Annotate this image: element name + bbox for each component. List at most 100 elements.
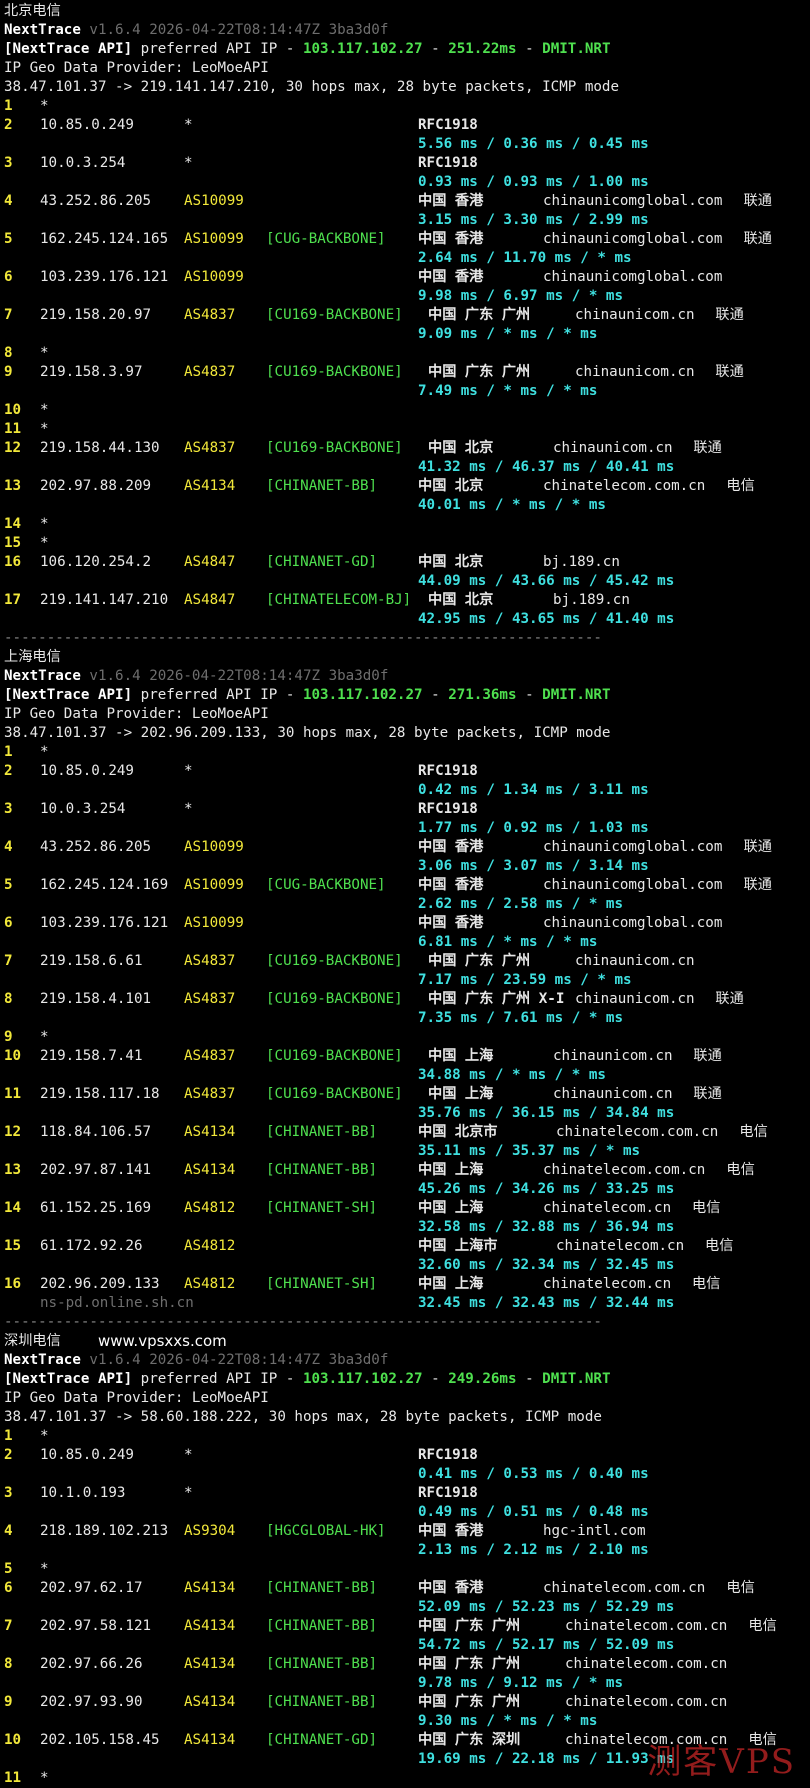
hop-geo: 中国 香港	[418, 1580, 484, 1596]
hop-domain: chinatelecom.cn	[543, 1276, 672, 1292]
hop-rtt: 2.13 ms / 2.12 ms / 2.10 ms	[418, 1542, 649, 1558]
hop-rtt: 7.17 ms / 23.59 ms / * ms	[418, 972, 632, 988]
hop-asn: *	[184, 1447, 193, 1463]
hop-ip: 43.252.86.205	[40, 193, 152, 209]
hop-isp: 联通	[715, 991, 744, 1007]
hop-ip: 202.97.62.17	[40, 1580, 143, 1596]
hop-timeout: *	[40, 1770, 49, 1786]
hop-number: 9	[4, 1694, 13, 1710]
hop-tag: [CU169-BACKBONE]	[266, 1048, 403, 1064]
hop-ip: 219.158.20.97	[40, 307, 152, 323]
hop-domain: chinaunicom.cn	[575, 991, 695, 1007]
hop-ip: 219.158.44.130	[40, 440, 160, 456]
hop-isp: 电信	[726, 1162, 755, 1178]
api-line: [NextTrace API] preferred API IP - 103.1…	[4, 1370, 611, 1389]
hop-geo: 中国 北京	[418, 478, 484, 494]
provider-text: IP Geo Data Provider: LeoMoeAPI	[4, 60, 269, 76]
hop-tag: [CU169-BACKBONE]	[266, 440, 403, 456]
hop-asn: AS4134	[184, 1732, 236, 1748]
provider-text: IP Geo Data Provider: LeoMoeAPI	[4, 706, 269, 722]
provider-line: IP Geo Data Provider: LeoMoeAPI	[4, 59, 269, 78]
hop-domain: chinatelecom.com.cn	[543, 478, 706, 494]
hop-number: 11	[4, 421, 22, 437]
hop-domain: chinaunicomglobal.com	[543, 915, 723, 931]
hop-rtt: 1.77 ms / 0.92 ms / 1.03 ms	[418, 820, 649, 836]
hop-geo: RFC1918	[418, 155, 478, 171]
hop-number: 5	[4, 231, 13, 247]
hop-ip: 218.189.102.213	[40, 1523, 169, 1539]
hop-timeout: *	[40, 98, 49, 114]
hop-tag: [CHINANET-SH]	[266, 1200, 378, 1216]
version-line: NextTrace v1.6.4 2026-04-22T08:14:47Z 3b…	[4, 667, 388, 686]
hop-geo: 中国 广东 广州 X-I	[428, 991, 565, 1007]
hop-ip: 219.158.7.41	[40, 1048, 143, 1064]
watermark-logo: 测客VPS	[647, 1742, 796, 1782]
hop-asn: AS4837	[184, 953, 236, 969]
hop-rtt: 9.98 ms / 6.97 ms / * ms	[418, 288, 623, 304]
hop-number: 8	[4, 1656, 13, 1672]
hop-ip: 219.141.147.210	[40, 592, 169, 608]
hop-ip: 103.239.176.121	[40, 915, 169, 931]
hop-tag: [CU169-BACKBONE]	[266, 953, 403, 969]
hop-tag: [CU169-BACKBONE]	[266, 991, 403, 1007]
hop-asn: AS10099	[184, 269, 244, 285]
api-prefix: [NextTrace API]	[4, 41, 133, 57]
hop-number: 15	[4, 535, 22, 551]
separator-line: ----------------------------------------…	[4, 629, 602, 648]
hop-geo: 中国 上海市	[418, 1238, 498, 1254]
hop-ip: 202.97.88.209	[40, 478, 152, 494]
hop-number: 7	[4, 1618, 13, 1634]
hop-asn: AS10099	[184, 915, 244, 931]
hop-ip: 10.0.3.254	[40, 155, 126, 171]
hop-geo: 中国 香港	[418, 1523, 484, 1539]
separator-dashes: ----------------------------------------…	[4, 630, 602, 646]
hop-geo: 中国 广东 广州	[418, 1656, 521, 1672]
hop-tag: [CHINANET-BB]	[266, 1162, 378, 1178]
hop-ip: 219.158.6.61	[40, 953, 143, 969]
hop-geo: 中国 香港	[418, 269, 484, 285]
hop-number: 11	[4, 1770, 22, 1786]
hop-rtt: 0.49 ms / 0.51 ms / 0.48 ms	[418, 1504, 649, 1520]
api-sep: -	[516, 687, 543, 703]
hop-isp: 电信	[726, 1580, 755, 1596]
api-sep: -	[516, 41, 543, 57]
section-title-text: 上海电信	[4, 649, 61, 665]
hop-ip: 10.85.0.249	[40, 763, 134, 779]
hop-rtt: 5.56 ms / 0.36 ms / 0.45 ms	[418, 136, 649, 152]
hop-number: 14	[4, 1200, 22, 1216]
hop-number: 1	[4, 98, 13, 114]
hop-tag: [CUG-BACKBONE]	[266, 877, 386, 893]
hop-ip: 202.97.58.121	[40, 1618, 152, 1634]
hop-number: 5	[4, 877, 13, 893]
hop-asn: AS4812	[184, 1200, 236, 1216]
hop-geo: RFC1918	[418, 117, 478, 133]
hop-geo: 中国 北京市	[418, 1124, 498, 1140]
hop-domain: bj.189.cn	[553, 592, 630, 608]
hop-rtt: 44.09 ms / 43.66 ms / 45.42 ms	[418, 573, 675, 589]
hop-domain: chinaunicom.cn	[553, 1048, 673, 1064]
hop-ip: 10.85.0.249	[40, 117, 134, 133]
hop-isp: 电信	[726, 478, 755, 494]
hop-number: 16	[4, 554, 22, 570]
hop-isp: 联通	[693, 1048, 722, 1064]
hop-isp: 电信	[739, 1124, 768, 1140]
hop-domain: chinaunicomglobal.com	[543, 231, 723, 247]
hop-number: 6	[4, 269, 13, 285]
hop-number: 16	[4, 1276, 22, 1292]
hop-ip: 10.1.0.193	[40, 1485, 126, 1501]
hop-number: 1	[4, 744, 13, 760]
hop-asn: AS4847	[184, 592, 236, 608]
hop-rtt: 34.88 ms / * ms / * ms	[418, 1067, 606, 1083]
hop-asn: AS4837	[184, 1086, 236, 1102]
hop-number: 3	[4, 1485, 13, 1501]
hop-ip: 202.97.93.90	[40, 1694, 143, 1710]
api-suffix: DMIT.NRT	[542, 687, 611, 703]
provider-line: IP Geo Data Provider: LeoMoeAPI	[4, 1389, 269, 1408]
hop-geo: 中国 香港	[418, 877, 484, 893]
api-latency: 251.22ms	[448, 41, 517, 57]
hop-asn: *	[184, 1485, 193, 1501]
trace-line: 38.47.101.37 -> 202.96.209.133, 30 hops …	[4, 724, 610, 743]
hop-ip: 43.252.86.205	[40, 839, 152, 855]
tool-version: v1.6.4 2026-04-22T08:14:47Z 3ba3d0f	[89, 22, 389, 38]
hop-domain: chinaunicom.cn	[575, 307, 695, 323]
